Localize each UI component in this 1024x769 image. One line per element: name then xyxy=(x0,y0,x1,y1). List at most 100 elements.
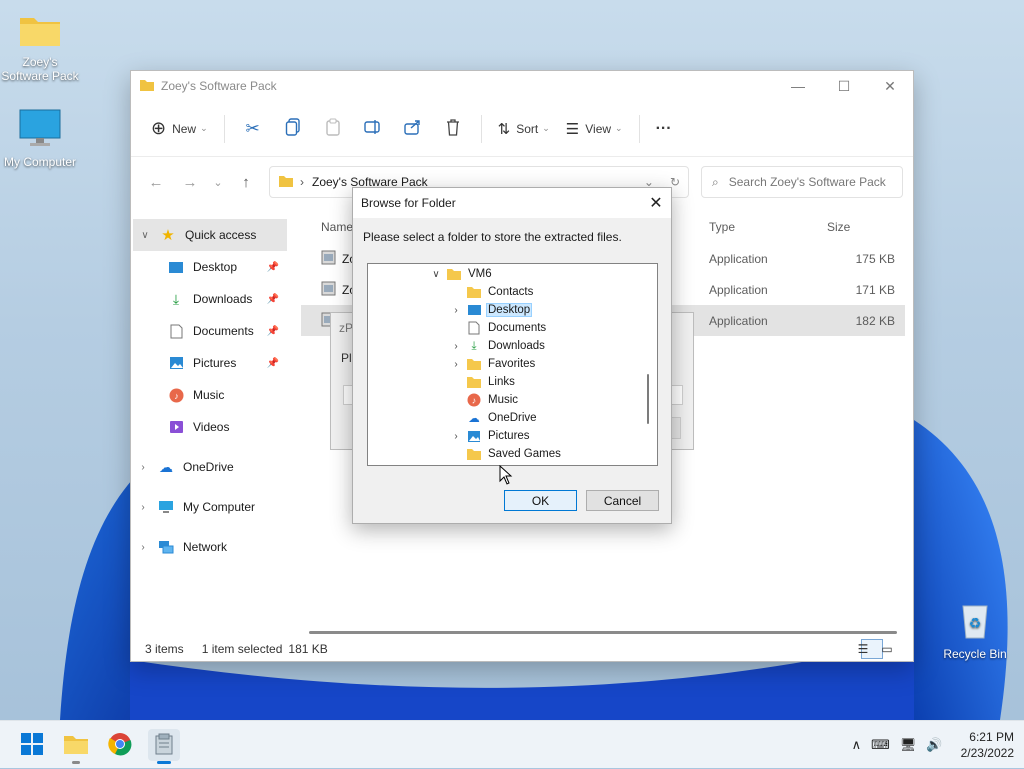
search-box[interactable]: ⌕ Search Zoey's Software Pack xyxy=(701,166,903,198)
sidebar-item-quick-access[interactable]: ∨ ★ Quick access xyxy=(133,219,287,251)
running-indicator xyxy=(157,761,171,764)
toolbar-divider xyxy=(223,114,225,143)
horizontal-scrollbar[interactable] xyxy=(309,631,897,634)
minimize-button[interactable]: — xyxy=(775,71,821,101)
chevron-right-icon[interactable]: › xyxy=(131,542,155,553)
chevron-down-icon: ⌄ xyxy=(542,123,550,133)
back-arrow-icon[interactable]: ← xyxy=(139,174,173,191)
tree-item-music[interactable]: ♪ Music xyxy=(448,391,520,409)
tree-item-label: Pictures xyxy=(488,430,530,442)
installer-icon xyxy=(154,733,174,758)
forward-arrow-icon[interactable]: → xyxy=(173,174,207,191)
speaker-icon[interactable]: 🔊 xyxy=(926,737,942,753)
dialog-title-bar[interactable]: Browse for Folder ✕ xyxy=(353,188,671,218)
folder-icon xyxy=(278,174,294,191)
pin-icon: 📌 xyxy=(266,325,279,337)
desktop-icon-recycle-bin[interactable]: ♻ Recycle Bin xyxy=(935,600,1015,661)
tree-item-label: Documents xyxy=(488,322,547,334)
tiles-view-icon: ▭ xyxy=(881,642,893,656)
title-bar[interactable]: Zoey's Software Pack — ☐ ✕ xyxy=(131,71,913,101)
up-arrow-icon[interactable]: ↑ xyxy=(229,174,263,191)
tree-item-favorites[interactable]: › Favorites xyxy=(448,355,537,373)
sidebar-item-documents[interactable]: Documents 📌 xyxy=(131,315,291,347)
desktop-icon-my-computer[interactable]: My Computer xyxy=(0,108,80,169)
chevron-right-icon[interactable]: › xyxy=(448,431,464,442)
dialog-close-button[interactable]: ✕ xyxy=(641,193,671,213)
sidebar-item-pictures[interactable]: Pictures 📌 xyxy=(131,347,291,379)
tree-item-label: Links xyxy=(488,376,515,388)
rename-button[interactable] xyxy=(357,111,389,147)
tree-item-documents[interactable]: Documents xyxy=(448,319,548,337)
close-button[interactable]: ✕ xyxy=(867,71,913,101)
more-options-button[interactable]: ··· xyxy=(648,111,680,147)
tree-item-saved-games[interactable]: Saved Games xyxy=(448,445,563,463)
sidebar-item-onedrive[interactable]: › ☁ OneDrive xyxy=(131,451,291,483)
tree-item-pictures[interactable]: › Pictures xyxy=(448,427,532,445)
sort-button[interactable]: ⇅ Sort ⌄ xyxy=(490,111,558,147)
tree-item-downloads[interactable]: › ⤓ Downloads xyxy=(448,337,547,355)
tree-item-vm6[interactable]: ∨ VM6 xyxy=(428,265,494,283)
network-monitor-icon[interactable]: 🖥 xyxy=(900,737,917,753)
taskbar-file-explorer[interactable] xyxy=(60,729,92,764)
network-icon xyxy=(155,540,177,554)
file-type: Application xyxy=(709,282,768,297)
view-button[interactable]: ☰ View ⌄ xyxy=(558,111,631,147)
desktop-icon-label: Zoey's Software Pack xyxy=(1,55,79,83)
desktop-icon-software-pack[interactable]: Zoey's Software Pack xyxy=(0,12,80,83)
cut-button[interactable]: ✂ xyxy=(237,111,269,147)
chevron-right-icon[interactable]: › xyxy=(131,502,155,513)
application-icon xyxy=(321,281,336,299)
plus-icon: ⊕ xyxy=(151,118,167,138)
ok-button[interactable]: OK xyxy=(504,490,577,511)
chevron-down-icon[interactable]: ∨ xyxy=(133,230,157,241)
start-button[interactable] xyxy=(16,729,48,761)
search-icon: ⌕ xyxy=(712,174,719,189)
tree-item-desktop[interactable]: › Desktop xyxy=(448,301,533,319)
file-size: 175 KB xyxy=(855,251,895,266)
tree-item-links[interactable]: Links xyxy=(448,373,517,391)
clock-date: 2/23/2022 xyxy=(960,746,1014,760)
maximize-button[interactable]: ☐ xyxy=(821,71,867,101)
vertical-scrollbar[interactable] xyxy=(647,374,649,424)
sort-button-label: Sort xyxy=(516,121,539,136)
details-view-button[interactable]: ☰ xyxy=(858,639,883,659)
cancel-button[interactable]: Cancel xyxy=(586,490,659,511)
folder-icon xyxy=(444,268,464,281)
keyboard-icon[interactable]: ⌨ xyxy=(871,737,890,753)
share-button[interactable] xyxy=(397,111,429,147)
sidebar-item-network[interactable]: › Network xyxy=(131,531,291,563)
clock[interactable]: 6:21 PM 2/23/2022 xyxy=(961,729,1014,761)
tree-item-label: Downloads xyxy=(488,340,545,352)
column-header-type[interactable]: Type xyxy=(703,220,821,234)
view-icon: ☰ xyxy=(565,120,580,138)
chevron-right-icon[interactable]: › xyxy=(448,341,464,352)
tree-item-contacts[interactable]: Contacts xyxy=(448,283,535,301)
delete-button[interactable] xyxy=(437,111,469,147)
sidebar-item-downloads[interactable]: ⤓ Downloads 📌 xyxy=(131,283,291,315)
chevron-right-icon[interactable]: › xyxy=(448,305,464,316)
sidebar-item-label: Desktop xyxy=(193,260,238,274)
sidebar-item-desktop[interactable]: Desktop 📌 xyxy=(131,251,291,283)
show-hidden-icons-chevron-icon[interactable]: ∧ xyxy=(852,737,862,753)
chevron-right-icon[interactable]: › xyxy=(448,359,464,370)
new-button[interactable]: ⊕ New ⌄ xyxy=(143,111,216,147)
sidebar-item-videos[interactable]: Videos xyxy=(131,411,291,443)
paste-button[interactable] xyxy=(317,111,349,147)
tree-item-onedrive[interactable]: ☁ OneDrive xyxy=(448,409,539,427)
desktop-icon-label: My Computer xyxy=(3,155,77,169)
tiles-view-button[interactable]: ▭ xyxy=(881,639,907,659)
chevron-down-icon[interactable]: ∨ xyxy=(428,269,444,280)
folder-tree[interactable]: ∨ VM6 Contacts › Desktop Documents › ⤓ D… xyxy=(367,263,658,466)
column-header-size[interactable]: Size xyxy=(821,220,895,234)
taskbar-chrome[interactable] xyxy=(104,729,136,761)
taskbar-installer-app[interactable] xyxy=(148,729,180,764)
sidebar-item-label: Network xyxy=(183,540,228,554)
recent-chevron-icon[interactable]: ⌄ xyxy=(207,176,229,189)
copy-button[interactable] xyxy=(277,111,309,147)
folder-icon xyxy=(63,733,89,758)
sidebar-item-music[interactable]: ♪ Music xyxy=(131,379,291,411)
clock-time: 6:21 PM xyxy=(969,730,1014,744)
chevron-right-icon[interactable]: › xyxy=(131,462,155,473)
selection-size: 181 KB xyxy=(288,642,328,656)
sidebar-item-my-computer[interactable]: › My Computer xyxy=(131,491,291,523)
